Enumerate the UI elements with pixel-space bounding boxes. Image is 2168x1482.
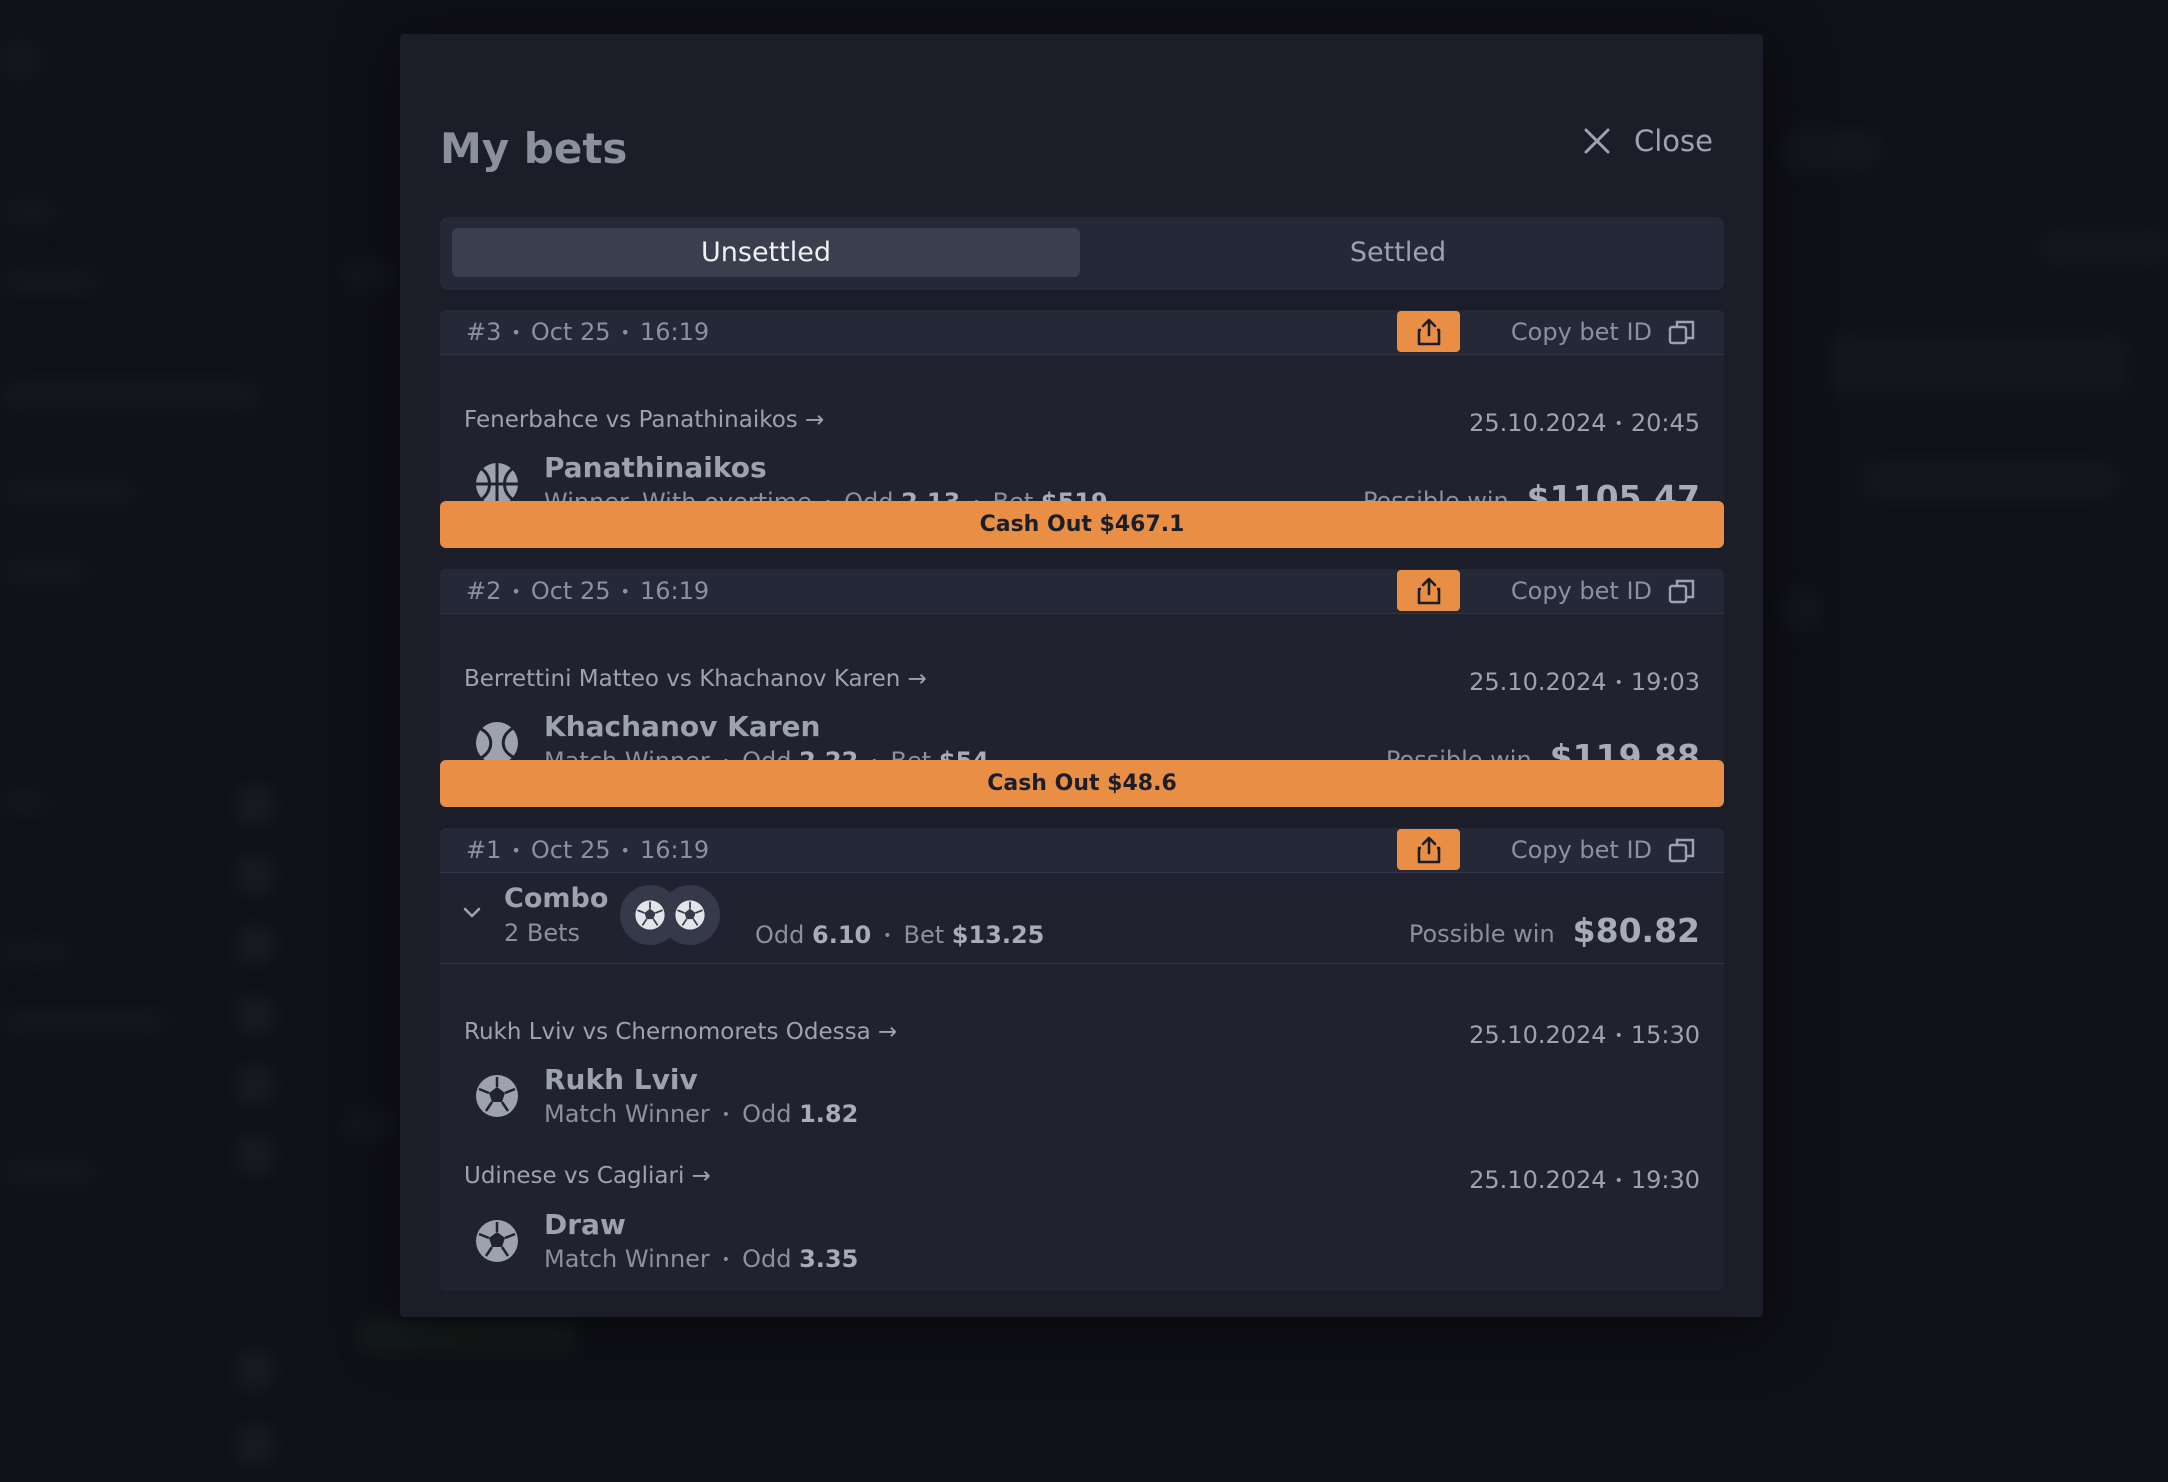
bet-date: Oct 25 — [530, 836, 611, 864]
copy-bet-id-label: Copy bet ID — [1510, 318, 1652, 346]
bet-header: #3 • Oct 25 • 16:19 Copy bet ID — [440, 310, 1724, 355]
possible-win-label: Possible win — [1408, 920, 1555, 948]
close-label: Close — [1634, 124, 1713, 158]
selection-name: Panathinaikos — [544, 451, 767, 484]
odd-label: Odd — [755, 921, 805, 949]
close-icon — [1584, 128, 1610, 154]
close-button[interactable]: Close — [1582, 124, 1713, 158]
event-date: 25.10.2024 — [1469, 668, 1607, 696]
bet-number: #2 — [466, 577, 502, 605]
bet-card: #3 • Oct 25 • 16:19 Copy bet ID Fenerbahce v… — [440, 310, 1724, 533]
match-link[interactable]: Udinese vs Cagliari → — [464, 1163, 711, 1189]
copy-icon — [1668, 838, 1695, 863]
market-name: Match Winner — [544, 1245, 710, 1273]
odd-value: 6.10 — [812, 921, 872, 949]
bet-number: #3 — [466, 318, 502, 346]
modal-title: My bets — [440, 124, 628, 173]
odd-value: 3.35 — [799, 1245, 859, 1273]
bet-time: 16:19 — [639, 836, 710, 864]
selection-name: Rukh Lviv — [544, 1063, 698, 1096]
market-name: Match Winner — [544, 1100, 710, 1128]
copy-bet-id-label: Copy bet ID — [1510, 577, 1652, 605]
selection-name: Draw — [544, 1208, 626, 1241]
possible-win-amount: $80.82 — [1572, 911, 1700, 950]
bet-number: #1 — [466, 836, 502, 864]
event-time: 19:30 — [1630, 1166, 1700, 1194]
bet-date: Oct 25 — [530, 318, 611, 346]
copy-bet-id-label: Copy bet ID — [1510, 836, 1652, 864]
selection-name: Khachanov Karen — [544, 710, 821, 743]
share-button[interactable] — [1397, 829, 1460, 870]
odd-label: Odd — [742, 1100, 792, 1128]
event-time: 20:45 — [1630, 409, 1700, 437]
bet-time: 16:19 — [639, 318, 710, 346]
event-time: 19:03 — [1630, 668, 1700, 696]
odd-value: 1.82 — [799, 1100, 859, 1128]
bet-details: Match Winner • Odd 3.35 — [544, 1245, 859, 1273]
cash-out-button[interactable]: Cash Out $48.6 — [440, 760, 1724, 807]
my-bets-modal: My bets Close Unsettled Settled #3 • Oct 2… — [400, 34, 1763, 1317]
cash-out-button[interactable]: Cash Out $467.1 — [440, 501, 1724, 548]
combo-summary[interactable]: Combo 2 Bets Odd 6.10 • Bet $13.25 Possibl… — [440, 873, 1724, 964]
tab-unsettled[interactable]: Unsettled — [452, 228, 1080, 277]
copy-bet-id-button[interactable]: Copy bet ID — [1511, 569, 1696, 613]
bet-amount: $13.25 — [951, 921, 1045, 949]
copy-icon — [1668, 579, 1695, 604]
event-date: 25.10.2024 — [1469, 1166, 1607, 1194]
event-date: 25.10.2024 — [1469, 409, 1607, 437]
soccer-ball-icon — [675, 900, 705, 930]
tab-settled[interactable]: Settled — [1084, 228, 1712, 277]
combo-title: Combo — [504, 883, 609, 914]
combo-details: Odd 6.10 • Bet $13.25 — [755, 921, 1045, 949]
share-button[interactable] — [1397, 570, 1460, 611]
share-icon — [1417, 318, 1440, 345]
event-time: 15:30 — [1630, 1021, 1700, 1049]
match-link[interactable]: Fenerbahce vs Panathinaikos → — [464, 407, 824, 433]
combo-count: 2 Bets — [504, 919, 581, 947]
bets-tabs: Unsettled Settled — [440, 217, 1724, 290]
share-icon — [1417, 577, 1440, 604]
odd-label: Odd — [742, 1245, 792, 1273]
bet-date: Oct 25 — [530, 577, 611, 605]
copy-icon — [1668, 320, 1695, 345]
copy-bet-id-button[interactable]: Copy bet ID — [1511, 828, 1696, 872]
soccer-ball-icon — [476, 1075, 518, 1117]
share-icon — [1417, 836, 1440, 863]
chevron-down-icon[interactable] — [462, 906, 482, 920]
bet-details: Match Winner • Odd 1.82 — [544, 1100, 859, 1128]
match-link[interactable]: Rukh Lviv vs Chernomorets Odessa → — [464, 1019, 897, 1045]
copy-bet-id-button[interactable]: Copy bet ID — [1511, 310, 1696, 354]
bet-card: #2 • Oct 25 • 16:19 Copy bet ID Berrettini M… — [440, 569, 1724, 792]
share-button[interactable] — [1397, 311, 1460, 352]
soccer-ball-icon — [476, 1220, 518, 1262]
possible-win: Possible win $80.82 — [1409, 911, 1700, 950]
bet-header: #2 • Oct 25 • 16:19 Copy bet ID — [440, 569, 1724, 614]
bet-time: 16:19 — [639, 577, 710, 605]
soccer-ball-icon — [635, 900, 665, 930]
bet-header: #1 • Oct 25 • 16:19 Copy bet ID — [440, 828, 1724, 873]
bet-label: Bet — [903, 921, 945, 949]
combo-bet-card: #1 • Oct 25 • 16:19 Copy bet ID Combo 2 Bets… — [440, 828, 1724, 1291]
event-date: 25.10.2024 — [1469, 1021, 1607, 1049]
match-link[interactable]: Berrettini Matteo vs Khachanov Karen → — [464, 666, 927, 692]
